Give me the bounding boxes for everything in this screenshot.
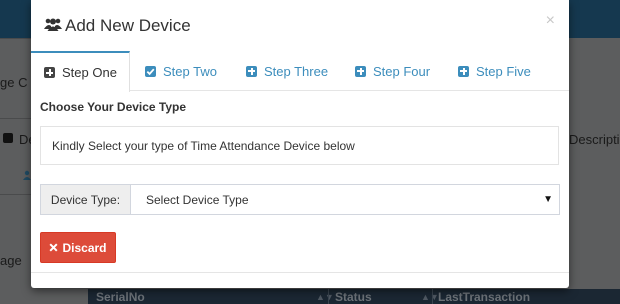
modal-header: Add New Device × — [31, 0, 569, 51]
background-divider — [0, 38, 32, 39]
tab-step-five[interactable]: Step Five — [458, 51, 531, 91]
device-type-selected-value: Select Device Type — [146, 192, 249, 207]
check-square-icon — [145, 65, 156, 77]
tab-step-two[interactable]: Step Two — [145, 51, 217, 91]
column-separator — [432, 289, 433, 304]
table-header-lasttransaction: LastTransaction — [438, 290, 531, 304]
tab-step-one[interactable]: Step One — [31, 51, 130, 92]
background-page-label: age — [0, 253, 22, 268]
table-header-serialno: SerialNo — [96, 290, 145, 304]
modal-footer-divider — [31, 272, 569, 273]
tab-label: Step Three — [264, 63, 329, 79]
tab-step-four[interactable]: Step Four — [355, 51, 430, 91]
discard-label: Discard — [62, 240, 107, 255]
sort-icon: ▲▼ — [316, 292, 334, 302]
tab-label: Step Five — [476, 63, 531, 79]
add-device-modal: Add New Device × Step One Step Two Step … — [31, 0, 569, 288]
table-header-status: Status — [335, 290, 372, 304]
plus-square-icon — [458, 65, 469, 77]
background-column-description: Descriptio — [569, 132, 620, 147]
info-message: Kindly Select your type of Time Attendan… — [40, 126, 559, 165]
plus-square-icon — [355, 65, 366, 77]
column-separator — [328, 289, 329, 304]
caret-down-icon: ▼ — [543, 194, 553, 205]
tab-label: Step Four — [373, 63, 431, 79]
background-divider — [0, 194, 32, 195]
sort-icon: ▲▼ — [421, 292, 439, 302]
modal-title: Add New Device — [65, 16, 191, 35]
tab-step-three[interactable]: Step Three — [246, 51, 328, 91]
plus-square-icon — [246, 65, 257, 77]
background-page-title: ge C — [0, 75, 28, 90]
background-table-header: SerialNo ▲▼ Status ▲▼ LastTransaction — [88, 289, 620, 304]
x-icon — [49, 243, 58, 252]
tab-label: Step One — [62, 65, 117, 80]
plus-square-icon — [44, 67, 55, 78]
background-divider — [0, 118, 32, 119]
discard-button[interactable]: Discard — [40, 232, 116, 263]
tab-label: Step Two — [163, 63, 217, 79]
background-checkbox — [3, 133, 13, 143]
device-type-field: Device Type: Select Device Type ▼ — [40, 184, 560, 215]
close-button[interactable]: × — [546, 13, 555, 29]
step-tabs: Step One Step Two Step Three Step Four S… — [31, 51, 569, 92]
device-type-label: Device Type: — [41, 185, 131, 214]
section-title: Choose Your Device Type — [40, 100, 187, 114]
device-type-select[interactable]: Select Device Type ▼ — [131, 185, 559, 214]
users-icon — [44, 18, 62, 31]
